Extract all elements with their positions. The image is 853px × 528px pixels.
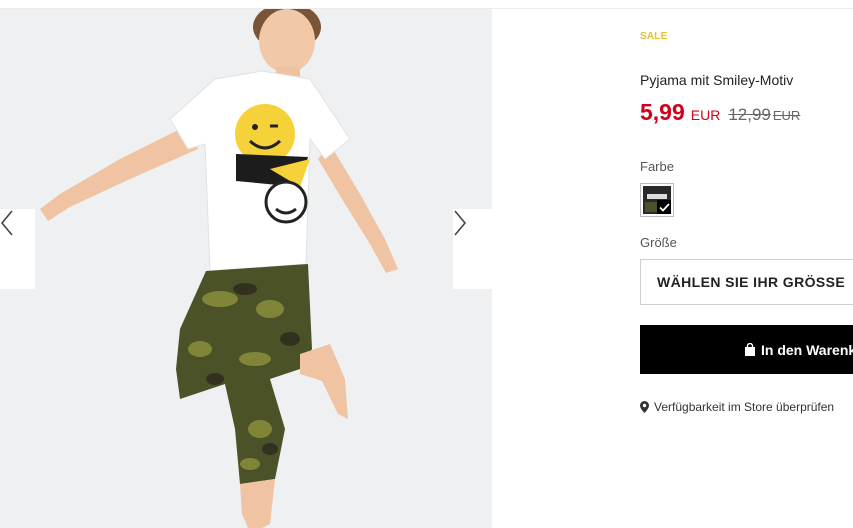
store-availability-link[interactable]: Verfügbarkeit im Store überprüfen (640, 400, 834, 414)
color-label: Farbe (640, 159, 674, 174)
gallery-prev-button[interactable] (0, 209, 35, 289)
store-availability-label: Verfügbarkeit im Store überprüfen (654, 400, 835, 414)
shopping-bag-icon (744, 343, 756, 356)
size-select[interactable]: WÄHLEN SIE IHR GRÖSSE (640, 259, 853, 305)
size-label: Größe (640, 235, 677, 250)
sale-price: 5,99 (640, 99, 685, 125)
product-gallery (0, 9, 492, 528)
original-price: 12,99 (728, 105, 771, 124)
add-to-cart-button[interactable]: In den Warenkorb (640, 325, 853, 374)
chevron-right-icon (454, 210, 467, 236)
product-title: Pyjama mit Smiley-Motiv (640, 72, 794, 88)
product-image (0, 9, 492, 528)
sale-badge: SALE (640, 31, 668, 42)
original-price-currency: EUR (772, 108, 801, 123)
product-info: SALE Pyjama mit Smiley-Motiv 5,99 EUR 12,9… (640, 0, 853, 528)
map-pin-icon (640, 401, 649, 413)
chevron-left-icon (0, 210, 13, 236)
price-row: 5,99 EUR 12,99 EUR (640, 99, 800, 126)
color-swatch-thumbnail (643, 186, 671, 214)
color-swatch-selected[interactable] (640, 183, 674, 217)
add-to-cart-label: In den Warenkorb (761, 341, 853, 358)
check-icon (657, 200, 671, 214)
sale-price-currency: EUR (690, 107, 721, 123)
gallery-next-button[interactable] (453, 209, 492, 289)
